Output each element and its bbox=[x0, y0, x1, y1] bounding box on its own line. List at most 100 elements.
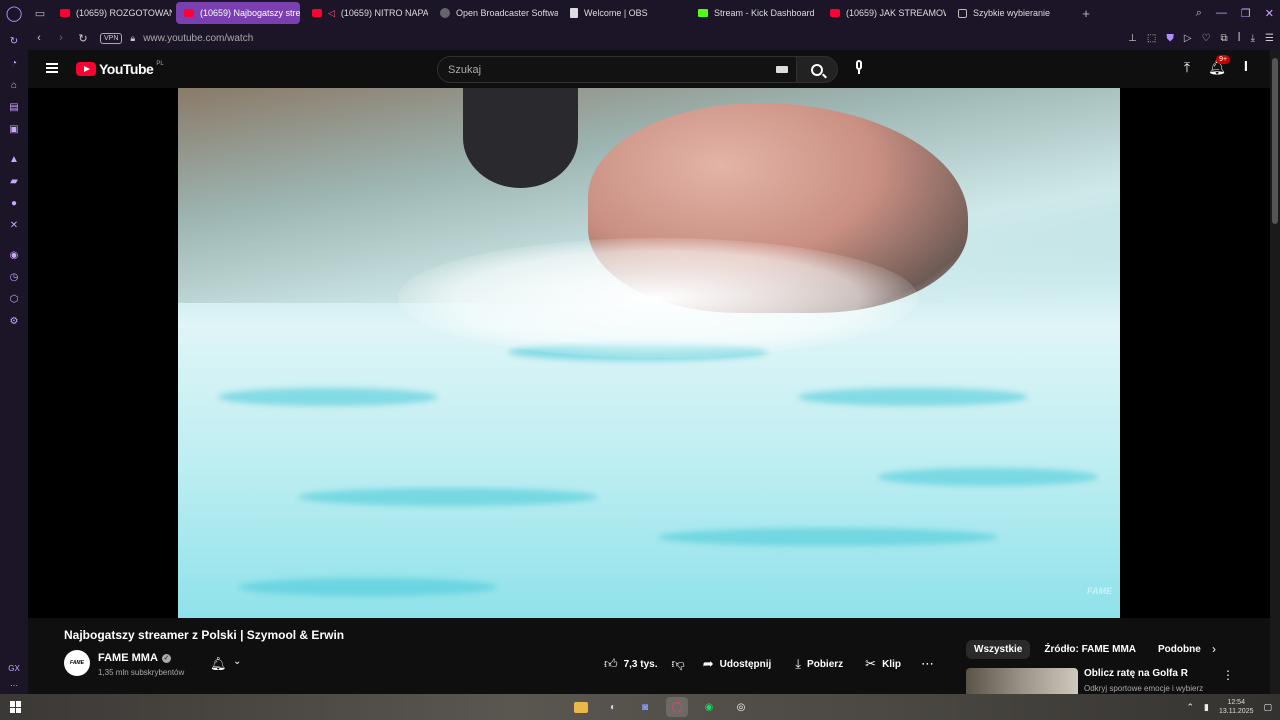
steam-icon[interactable]: ◐ bbox=[602, 697, 624, 717]
gx-corner-icon[interactable]: ⌂ bbox=[0, 74, 28, 96]
obs-favicon-icon bbox=[440, 8, 450, 18]
more-options-icon[interactable]: ⋯ bbox=[10, 681, 18, 690]
shield-extension-icon[interactable]: ⛊ bbox=[1166, 33, 1174, 44]
like-button[interactable]: 👍︎ 7,3 tys. bbox=[604, 656, 658, 672]
spotify-sidebar-icon[interactable]: ◉ bbox=[0, 244, 28, 266]
keyboard-icon[interactable] bbox=[776, 66, 788, 73]
extensions-icon[interactable]: ⬡ bbox=[0, 288, 28, 310]
opera-gx-logo-icon[interactable]: ◯ bbox=[0, 0, 28, 26]
search-tabs-icon[interactable]: ⌕ bbox=[1196, 7, 1202, 20]
voice-search-icon[interactable] bbox=[854, 60, 864, 78]
youtube-logo[interactable]: YouTube PL bbox=[76, 61, 164, 77]
reload-icon[interactable]: ↻ bbox=[0, 30, 28, 52]
chip-all[interactable]: Wszystkie bbox=[966, 640, 1031, 659]
video-player[interactable]: FAME bbox=[28, 88, 1270, 618]
tab-rozgotowani[interactable]: (10659) ROZGOTOWANI u bbox=[52, 2, 172, 24]
tab-obs[interactable]: Open Broadcaster Softwa bbox=[432, 2, 558, 24]
water-ripple bbox=[218, 388, 438, 406]
music-player-icon[interactable]: ▣ bbox=[0, 118, 28, 140]
dislike-button[interactable]: 👎︎ bbox=[672, 656, 685, 672]
tray-app-icon[interactable]: ▮ bbox=[1204, 702, 1209, 713]
tab-welcome-obs[interactable]: Welcome | OBS bbox=[562, 2, 686, 24]
chip-related[interactable]: Podobne bbox=[1150, 640, 1209, 659]
tab-kick-dashboard[interactable]: Stream - Kick Dashboard bbox=[690, 2, 818, 24]
heart-bookmark-icon[interactable]: ♡ bbox=[1202, 33, 1211, 44]
recommendation-thumbnail[interactable] bbox=[966, 668, 1078, 694]
lock-icon[interactable]: 🔒︎ bbox=[130, 33, 135, 44]
more-actions-button[interactable]: ⋯ bbox=[921, 656, 934, 672]
chevron-right-icon[interactable]: › bbox=[1212, 642, 1216, 656]
subscription-bell-icon[interactable]: 🔔︎ bbox=[210, 656, 227, 672]
tab-najbogatszy[interactable]: (10659) Najbogatszy stre bbox=[176, 2, 300, 24]
search-input[interactable]: Szukaj bbox=[437, 56, 797, 83]
browser-sidebar: ↻ ◔ ⌂ ▤ ▣ ▲ ▰ ● ✕ ◉ ◷ ⬡ ⚙ GX ⋯ bbox=[0, 26, 28, 694]
minimize-icon[interactable]: — bbox=[1216, 7, 1227, 19]
menu-icon[interactable] bbox=[46, 63, 58, 73]
easy-setup-icon[interactable]: ☰ bbox=[1265, 33, 1274, 44]
channel-name[interactable]: FAME MMA bbox=[98, 652, 158, 664]
restore-icon[interactable]: ❐ bbox=[1241, 7, 1251, 20]
snapshot-icon[interactable]: ⬚ bbox=[1147, 33, 1156, 44]
extensions-puzzle-icon[interactable]: ⧉ bbox=[1221, 33, 1228, 44]
reload-page-icon[interactable]: ↻ bbox=[72, 32, 94, 45]
clip-label: Klip bbox=[882, 658, 901, 670]
send-icon[interactable]: ▷ bbox=[1184, 33, 1192, 44]
download-button[interactable]: ⤓ Pobierz bbox=[795, 656, 843, 672]
recommendation-title[interactable]: Oblicz ratę na Golfa R bbox=[1084, 668, 1188, 679]
search-button[interactable] bbox=[796, 56, 838, 83]
close-icon[interactable]: ✕ bbox=[1265, 7, 1274, 20]
gx-control-icon[interactable]: ◔ bbox=[0, 52, 28, 74]
tab-label: Stream - Kick Dashboard bbox=[714, 8, 815, 18]
share-button[interactable]: ➦ Udostępnij bbox=[703, 656, 772, 672]
chip-from-source[interactable]: Źródło: FAME MMA bbox=[1036, 640, 1144, 659]
more-icon: ⋯ bbox=[920, 656, 934, 671]
channel-avatar[interactable]: FAME bbox=[64, 650, 90, 676]
tab-speed-dial[interactable]: Szybkie wybieranie bbox=[950, 2, 1074, 24]
scrollbar-thumb[interactable] bbox=[1272, 58, 1278, 224]
tab-label: Open Broadcaster Softwa bbox=[456, 8, 558, 18]
notification-center-icon[interactable]: ▢ bbox=[1263, 702, 1272, 713]
win-pane bbox=[16, 701, 21, 707]
url-field[interactable]: www.youtube.com/watch bbox=[143, 33, 253, 44]
page-scrollbar[interactable] bbox=[1270, 50, 1280, 694]
account-avatar[interactable]: ꟾ bbox=[1244, 61, 1248, 74]
youtube-favicon-icon bbox=[184, 9, 194, 17]
history-icon[interactable]: ◷ bbox=[0, 266, 28, 288]
tab-label: (10659) Najbogatszy stre bbox=[200, 8, 300, 18]
download-icon[interactable]: ⤓ bbox=[1251, 33, 1255, 44]
x-twitter-icon[interactable]: ✕ bbox=[0, 214, 28, 236]
youtube-favicon-icon bbox=[312, 9, 322, 17]
messenger-icon[interactable]: ● bbox=[0, 192, 28, 214]
search-placeholder: Szukaj bbox=[448, 63, 482, 76]
gx-cleaner-icon[interactable]: ▤ bbox=[0, 96, 28, 118]
tab-islands-icon[interactable]: ▭ bbox=[28, 0, 52, 26]
pin-icon[interactable]: ⊥ bbox=[1128, 33, 1137, 44]
vpn-badge[interactable]: VPN bbox=[100, 32, 123, 44]
aria-icon[interactable]: ▲ bbox=[0, 148, 28, 170]
obs-icon[interactable]: ◎ bbox=[730, 697, 752, 717]
back-icon[interactable]: ‹ bbox=[28, 32, 50, 44]
tab-nitro-napad[interactable]: ◁ (10659) NITRO NAPAD bbox=[304, 2, 428, 24]
forward-icon[interactable]: › bbox=[50, 32, 72, 44]
share-icon: ➦ bbox=[702, 656, 714, 671]
opera-gx-taskbar-icon[interactable]: ◯ bbox=[666, 697, 688, 717]
notifications-button[interactable]: 🔔︎ 9+ bbox=[1208, 55, 1231, 76]
spotify-icon[interactable]: ◉ bbox=[698, 697, 720, 717]
recommendation-menu-icon[interactable]: ⋮ bbox=[1222, 668, 1234, 682]
twitch-icon[interactable]: ▰ bbox=[0, 170, 28, 192]
tray-chevron-icon[interactable]: ⌃ bbox=[1186, 702, 1194, 713]
file-explorer-icon[interactable] bbox=[574, 702, 588, 713]
chevron-down-icon[interactable]: ⌄ bbox=[233, 656, 241, 667]
discord-icon[interactable]: ◙ bbox=[634, 697, 656, 717]
upload-icon[interactable]: ⤒ bbox=[1184, 59, 1190, 76]
profile-extension-icon[interactable]: ꟾ bbox=[1238, 33, 1241, 44]
windows-start-icon[interactable] bbox=[10, 701, 22, 713]
new-tab-button[interactable]: + bbox=[1074, 6, 1098, 21]
gx-label[interactable]: GX bbox=[8, 664, 20, 673]
clock[interactable]: 12:54 13.11.2025 bbox=[1219, 698, 1254, 716]
clip-button[interactable]: ✂ Klip bbox=[865, 656, 901, 672]
tab-jak-streamow[interactable]: (10659) JAK STREAMOW bbox=[822, 2, 946, 24]
swimmer-hair bbox=[463, 88, 578, 188]
video-frame[interactable]: FAME bbox=[178, 88, 1120, 618]
settings-gear-icon[interactable]: ⚙ bbox=[0, 310, 28, 332]
